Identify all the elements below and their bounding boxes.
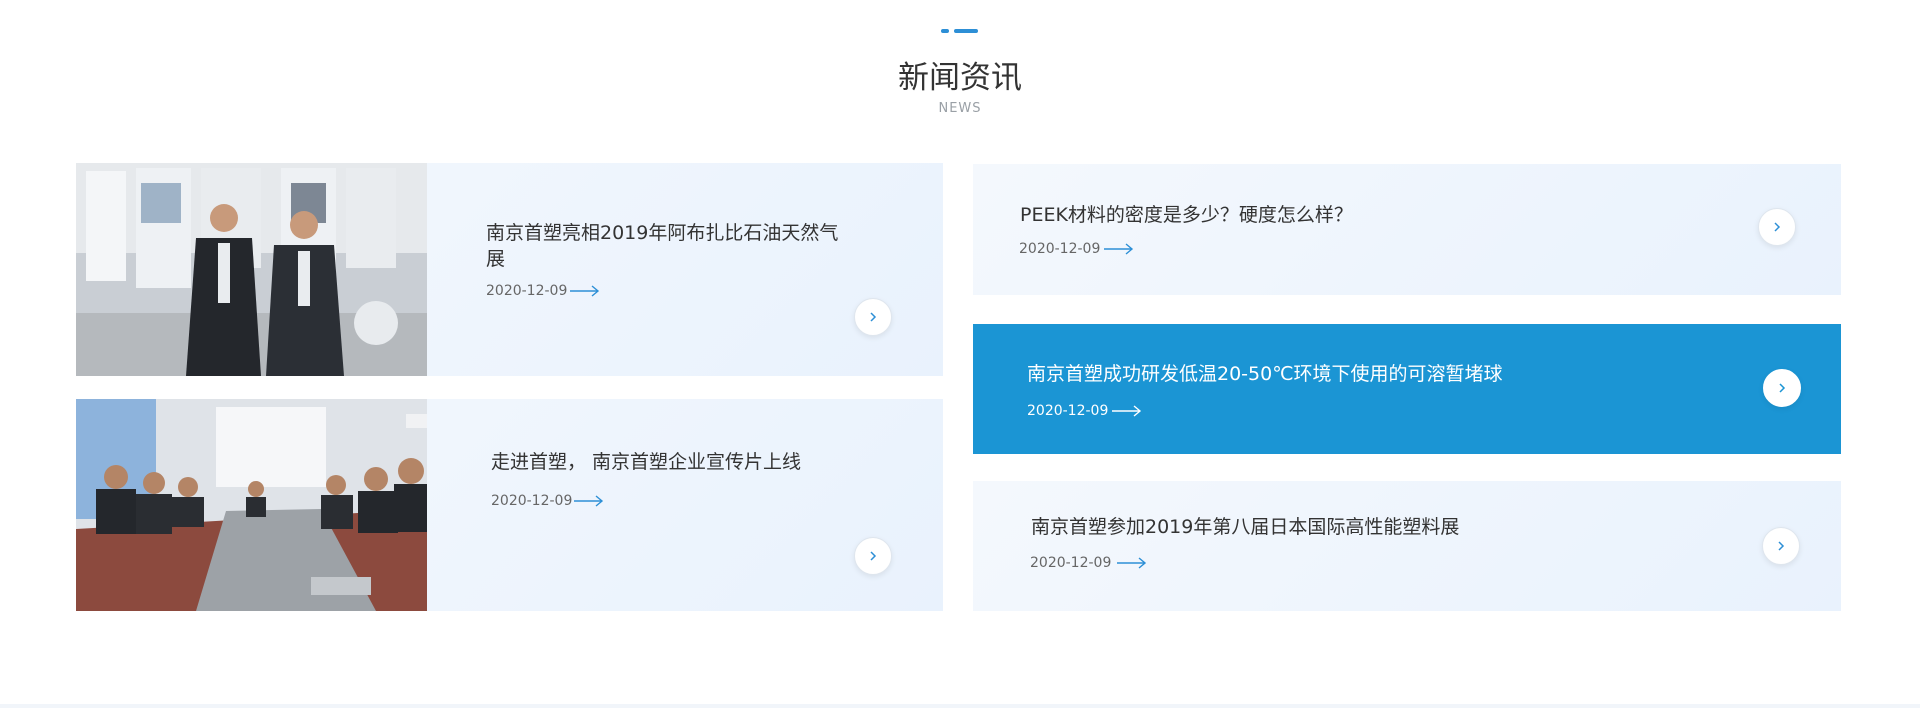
news-date: 2020-12-09	[1027, 403, 1109, 419]
long-right-arrow-icon	[574, 495, 604, 507]
more-button[interactable]	[854, 537, 892, 575]
more-button[interactable]	[854, 298, 892, 336]
news-card-right-3[interactable]: 南京首塑参加2019年第八届日本国际高性能塑料展 2020-12-09	[973, 481, 1841, 611]
news-date: 2020-12-09	[1030, 555, 1112, 571]
chevron-right-icon	[1774, 222, 1781, 232]
long-right-arrow-icon	[570, 285, 600, 297]
news-image-exhibition[interactable]	[76, 163, 427, 376]
chevron-right-icon	[1778, 541, 1785, 551]
chevron-right-icon	[1779, 383, 1786, 393]
news-card-right-1[interactable]: PEEK材料的密度是多少？硬度怎么样？ 2020-12-09	[973, 164, 1841, 295]
long-right-arrow-icon	[1104, 243, 1134, 255]
more-button[interactable]	[1758, 208, 1796, 246]
news-title[interactable]: 走进首塑， 南京首塑企业宣传片上线	[491, 449, 871, 475]
news-title[interactable]: 南京首塑亮相2019年阿布扎比石油天然气展	[486, 220, 851, 272]
news-title[interactable]: 南京首塑成功研发低温20-50℃环境下使用的可溶暂堵球	[1027, 361, 1747, 387]
chevron-right-icon	[870, 551, 877, 561]
footer-divider	[0, 704, 1920, 708]
long-right-arrow-icon	[1112, 405, 1142, 417]
news-title[interactable]: PEEK材料的密度是多少？硬度怎么样？	[1020, 202, 1720, 228]
section-title: 新闻资讯	[898, 60, 1022, 96]
news-image-meeting[interactable]	[76, 399, 427, 611]
news-date: 2020-12-09	[1019, 241, 1101, 257]
news-card-right-2[interactable]: 南京首塑成功研发低温20-50℃环境下使用的可溶暂堵球 2020-12-09	[973, 324, 1841, 454]
news-card-left-2[interactable]: 走进首塑， 南京首塑企业宣传片上线 2020-12-09	[76, 399, 943, 611]
more-button[interactable]	[1762, 527, 1800, 565]
news-title[interactable]: 南京首塑参加2019年第八届日本国际高性能塑料展	[1031, 514, 1751, 540]
news-card-left-1[interactable]: 南京首塑亮相2019年阿布扎比石油天然气展 2020-12-09	[76, 163, 943, 376]
long-right-arrow-icon	[1117, 557, 1147, 569]
news-date: 2020-12-09	[486, 283, 568, 299]
chevron-right-icon	[870, 312, 877, 322]
news-date: 2020-12-09	[491, 493, 573, 509]
more-button[interactable]	[1763, 369, 1801, 407]
section-subtitle: NEWS	[938, 101, 982, 116]
